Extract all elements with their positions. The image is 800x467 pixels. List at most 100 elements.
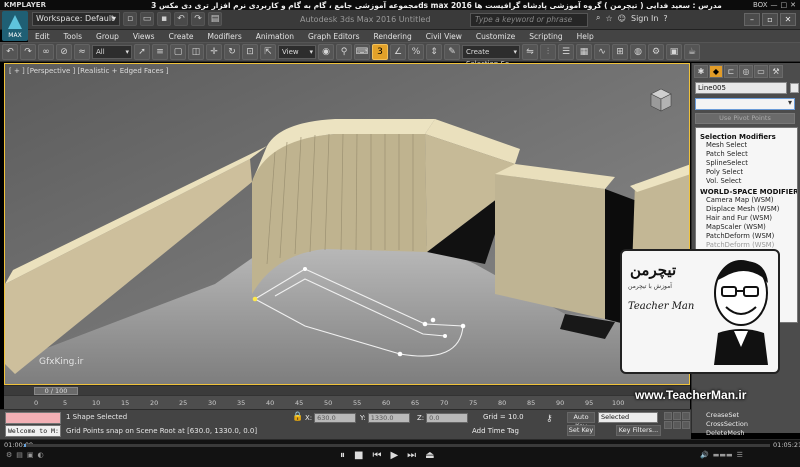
- key-selection-dropdown[interactable]: Selected: [598, 412, 658, 423]
- star-icon[interactable]: ☆: [605, 14, 612, 23]
- rectangular-selection-icon[interactable]: ▢: [170, 44, 186, 60]
- create-tab-icon[interactable]: ✱: [694, 65, 708, 78]
- object-name-field[interactable]: Line005: [695, 82, 787, 94]
- utilities-tab-icon[interactable]: ⚒: [769, 65, 783, 78]
- modifier-item[interactable]: Camera Map (WSM): [700, 196, 797, 205]
- key-filters-button[interactable]: Key Filters...: [616, 425, 661, 436]
- auto-key-button[interactable]: Auto Key: [567, 412, 595, 430]
- redo-icon[interactable]: ↷: [20, 44, 36, 60]
- curve-editor-icon[interactable]: ∿: [594, 44, 610, 60]
- player-vr-icon[interactable]: ◐: [38, 451, 44, 459]
- menu-graph-editors[interactable]: Graph Editors: [301, 32, 367, 41]
- coord-z-field[interactable]: 0.0: [426, 412, 469, 423]
- perspective-viewport[interactable]: [ + ] [Perspective ] [Realistic + Edged …: [4, 63, 690, 385]
- modifier-list-dropdown[interactable]: [695, 98, 795, 110]
- modifier-item[interactable]: SplineSelect: [700, 159, 797, 168]
- go-to-end-icon[interactable]: [673, 421, 681, 429]
- render-setup-icon[interactable]: ⚙: [648, 44, 664, 60]
- menu-edit[interactable]: Edit: [28, 32, 57, 41]
- modifier-item[interactable]: CreaseSet: [706, 411, 800, 420]
- player-seek-bar[interactable]: [24, 444, 770, 447]
- menu-rendering[interactable]: Rendering: [366, 32, 418, 41]
- unlink-icon[interactable]: ⊘: [56, 44, 72, 60]
- placement-icon[interactable]: ⇱: [260, 44, 276, 60]
- set-key-button[interactable]: Set Key: [567, 425, 595, 436]
- hierarchy-tab-icon[interactable]: ⊏: [724, 65, 738, 78]
- material-editor-icon[interactable]: ◍: [630, 44, 646, 60]
- display-tab-icon[interactable]: ▭: [754, 65, 768, 78]
- player-eject-icon[interactable]: ⏏: [425, 450, 434, 461]
- minimize-icon[interactable]: –: [744, 13, 760, 26]
- player-playlist-icon[interactable]: ☰: [737, 451, 743, 459]
- undo-icon[interactable]: ↶: [174, 12, 188, 26]
- app-logo-button[interactable]: MAX: [2, 11, 28, 41]
- keyboard-shortcut-icon[interactable]: ⌨: [354, 44, 370, 60]
- sign-in-link[interactable]: Sign In: [631, 14, 658, 23]
- modifier-item[interactable]: Hair and Fur (WSM): [700, 214, 797, 223]
- maxscript-welcome[interactable]: Welcome to M:: [5, 425, 61, 437]
- edit-named-selection-icon[interactable]: ✎: [444, 44, 460, 60]
- bind-space-warp-icon[interactable]: ≈: [74, 44, 90, 60]
- modify-tab-icon[interactable]: ◆: [709, 65, 723, 78]
- percent-snap-icon[interactable]: %: [408, 44, 424, 60]
- reference-coordinate-dropdown[interactable]: View: [278, 45, 316, 59]
- viewport-label[interactable]: [ + ] [Perspective ] [Realistic + Edged …: [9, 67, 168, 75]
- modifier-item[interactable]: Displace Mesh (WSM): [700, 205, 797, 214]
- project-folder-icon[interactable]: ▤: [208, 12, 222, 26]
- modifier-item[interactable]: Poly Select: [700, 168, 797, 177]
- modifier-item[interactable]: CrossSection: [706, 420, 800, 429]
- player-capture-icon[interactable]: ▣: [27, 451, 34, 459]
- maximize-icon[interactable]: ▫: [762, 13, 778, 26]
- time-slider[interactable]: 0 / 100: [4, 385, 690, 395]
- select-scale-icon[interactable]: ⊡: [242, 44, 258, 60]
- menu-help[interactable]: Help: [570, 32, 601, 41]
- next-frame-icon[interactable]: [664, 421, 672, 429]
- player-close-icon[interactable]: ✕: [790, 1, 796, 9]
- mirror-icon[interactable]: ⇋: [522, 44, 538, 60]
- rendered-frame-window-icon[interactable]: ▣: [666, 44, 682, 60]
- time-config-icon[interactable]: [682, 421, 690, 429]
- player-box-label[interactable]: BOX: [753, 1, 768, 9]
- select-move-icon[interactable]: ✛: [206, 44, 222, 60]
- menu-civil-view[interactable]: Civil View: [419, 32, 469, 41]
- menu-animation[interactable]: Animation: [249, 32, 301, 41]
- modifier-item[interactable]: DeleteMesh: [706, 429, 800, 438]
- search-input[interactable]: Type a keyword or phrase: [470, 13, 588, 27]
- player-maximize-icon[interactable]: □: [781, 1, 788, 9]
- previous-frame-icon[interactable]: [673, 412, 681, 420]
- selection-filter-dropdown[interactable]: All: [92, 45, 132, 59]
- use-pivot-points-button[interactable]: Use Pivot Points: [695, 113, 795, 124]
- player-minimize-icon[interactable]: —: [771, 1, 778, 9]
- spinner-snap-icon[interactable]: ⇕: [426, 44, 442, 60]
- maxscript-listener-mini[interactable]: [5, 412, 61, 424]
- player-next-icon[interactable]: ⏭: [407, 450, 416, 461]
- add-time-tag[interactable]: Add Time Tag: [472, 427, 519, 435]
- close-icon[interactable]: ✕: [780, 13, 796, 26]
- link-icon[interactable]: ∞: [38, 44, 54, 60]
- save-file-icon[interactable]: ▪: [157, 12, 171, 26]
- select-object-icon[interactable]: ➚: [134, 44, 150, 60]
- menu-tools[interactable]: Tools: [57, 32, 89, 41]
- menu-customize[interactable]: Customize: [469, 32, 522, 41]
- motion-tab-icon[interactable]: ◎: [739, 65, 753, 78]
- snaps-toggle-icon[interactable]: 3: [372, 44, 388, 60]
- named-selection-set-dropdown[interactable]: Create Selection Se: [462, 45, 520, 68]
- align-icon[interactable]: ⫶: [540, 44, 556, 60]
- object-color-swatch[interactable]: [790, 83, 799, 93]
- modifier-item[interactable]: Patch Select: [700, 150, 797, 159]
- player-volume-icon[interactable]: 🔊: [700, 451, 709, 459]
- schematic-view-icon[interactable]: ⊞: [612, 44, 628, 60]
- selection-lock-icon[interactable]: 🔒: [292, 412, 303, 422]
- go-to-start-icon[interactable]: [664, 412, 672, 420]
- search-icon[interactable]: ⌕: [596, 13, 600, 23]
- angle-snap-icon[interactable]: ∠: [390, 44, 406, 60]
- select-by-name-icon[interactable]: ≡: [152, 44, 168, 60]
- player-stop-icon[interactable]: ■: [354, 450, 363, 461]
- viewcube[interactable]: [643, 82, 677, 118]
- modifier-item[interactable]: MapScaler (WSM): [700, 223, 797, 232]
- modifier-item[interactable]: Mesh Select: [700, 141, 797, 150]
- play-icon[interactable]: [682, 412, 690, 420]
- user-icon[interactable]: ☺: [618, 14, 626, 23]
- layer-manager-icon[interactable]: ☰: [558, 44, 574, 60]
- player-settings-icon[interactable]: ⚙: [6, 451, 12, 459]
